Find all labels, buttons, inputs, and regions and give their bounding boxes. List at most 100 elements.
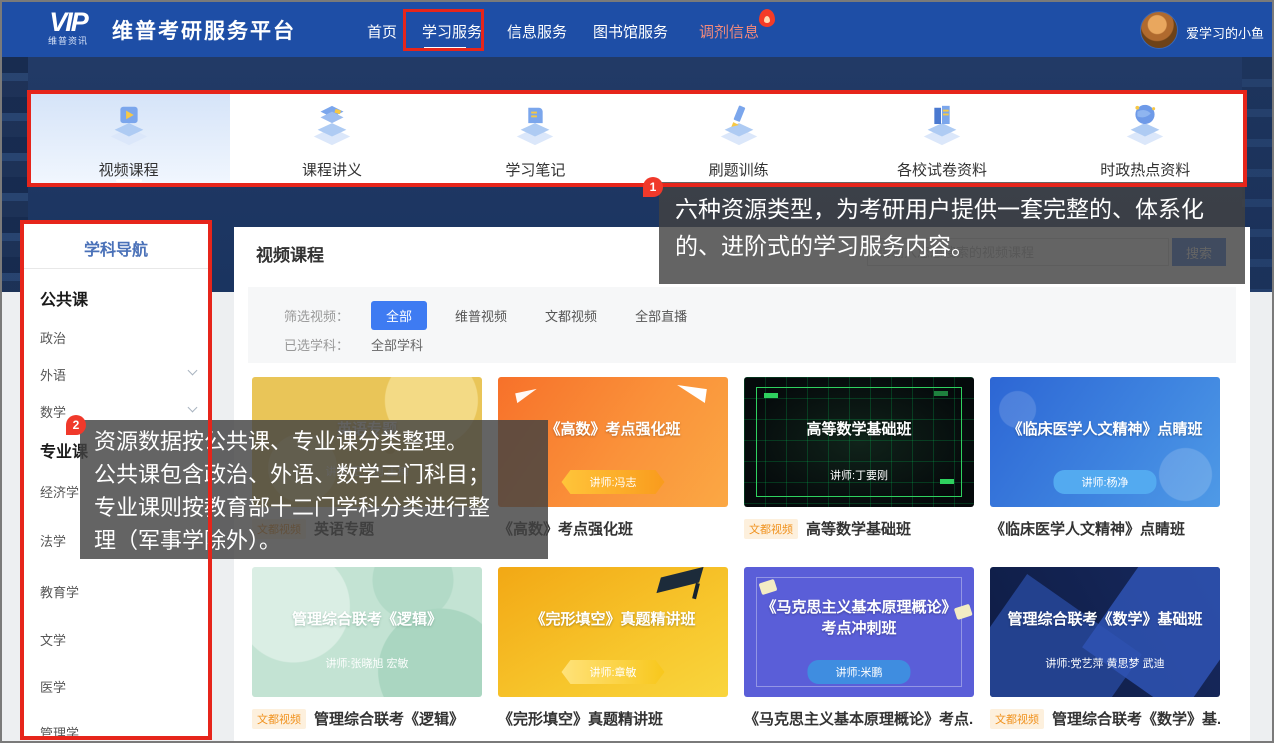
course-cover: 管理综合联考《逻辑》 讲师:张晓旭 宏敏 [252, 567, 482, 697]
course-card[interactable]: 《完形填空》真题精讲班 讲师:章敏 《完形填空》真题精讲班 [498, 567, 728, 743]
course-card[interactable]: 管理综合联考《逻辑》 讲师:张晓旭 宏敏 文都视频管理综合联考《逻辑》 [252, 567, 482, 743]
instructor-label: 讲师:杨净 [1053, 470, 1156, 494]
course-caption: 《马克思主义基本原理概论》考点... [744, 708, 974, 729]
exam-paper-icon [919, 102, 965, 148]
platform-title: 维普考研服务平台 [112, 15, 296, 45]
callout-line: 的、进阶式的学习服务内容。 [675, 228, 1229, 265]
callout-line: 公共课包含政治、外语、数学三门科目； [94, 458, 534, 491]
callout-line: 理（军事学除外）。 [94, 524, 534, 557]
tab-label: 各校试卷资料 [840, 159, 1043, 180]
cover-title: 《完形填空》真题精讲班 [498, 609, 728, 630]
nav-item-home[interactable]: 首页 [367, 21, 397, 42]
chevron-down-icon[interactable] [188, 366, 198, 376]
practice-pencil-icon [716, 102, 762, 148]
chevron-down-icon[interactable] [188, 403, 198, 413]
callout-line: 资源数据按公共课、专业课分类整理。 [94, 425, 534, 458]
user-avatar[interactable] [1140, 11, 1178, 49]
tab-school-exam-papers[interactable]: 各校试卷资料 [840, 90, 1043, 187]
cover-title: 管理综合联考《数学》基础班 [990, 609, 1220, 630]
current-affairs-globe-icon [1122, 102, 1168, 148]
tab-label: 视频课程 [27, 159, 230, 180]
filter-option-all[interactable]: 全部 [371, 301, 427, 330]
cover-title: 管理综合联考《逻辑》 [252, 609, 482, 630]
course-caption: 管理综合联考《逻辑》 [314, 708, 464, 729]
tab-label: 时政热点资料 [1044, 159, 1247, 180]
filter-label: 筛选视频： [284, 306, 349, 325]
sidebar-item-literature[interactable]: 文学 [40, 630, 66, 649]
video-source-tag: 文都视频 [744, 519, 798, 539]
course-card[interactable]: 高等数学基础班 讲师:丁要刚 文都视频高等数学基础班 [744, 377, 974, 564]
annotation-callout-1: 六种资源类型，为考研用户提供一套完整的、体系化 的、进阶式的学习服务内容。 [659, 182, 1245, 284]
instructor-label: 讲师:章敏 [561, 660, 664, 684]
nav-item-learning-services[interactable]: 学习服务 [422, 21, 482, 42]
nav-item-library-services[interactable]: 图书馆服务 [593, 21, 668, 42]
course-card[interactable]: 《临床医学人文精神》点睛班 讲师:杨净 《临床医学人文精神》点睛班 [990, 377, 1220, 564]
tab-study-notes[interactable]: 学习笔记 [434, 90, 637, 187]
filter-box: 筛选视频： 全部 维普视频 文都视频 全部直播 已选学科： 全部学科 [248, 287, 1236, 363]
filter-option-live[interactable]: 全部直播 [635, 306, 687, 325]
course-handout-icon [309, 102, 355, 148]
tab-label: 学习笔记 [434, 159, 637, 180]
study-note-icon [512, 102, 558, 148]
sidebar-item-math[interactable]: 数学 [40, 402, 66, 421]
tab-label: 刷题训练 [637, 159, 840, 180]
hot-flame-badge [759, 9, 775, 27]
tab-question-practice[interactable]: 刷题训练 [637, 90, 840, 187]
selected-subject-value[interactable]: 全部学科 [371, 335, 423, 354]
top-navbar: VIP 维普资讯 维普考研服务平台 首页 学习服务 信息服务 图书馆服务 调剂信… [2, 2, 1272, 57]
callout-line: 专业课则按教育部十二门学科分类进行整 [94, 491, 534, 524]
cover-title: 《马克思主义基本原理概论》 考点冲刺班 [744, 597, 974, 639]
instructor-label: 讲师:米鹏 [807, 660, 910, 684]
active-nav-underline [424, 47, 466, 50]
resource-type-tabs: 视频课程 课程讲义 学习笔记 刷题训练 各校试卷资料 [27, 90, 1247, 187]
course-card[interactable]: 《马克思主义基本原理概论》 考点冲刺班 讲师:米鹏 《马克思主义基本原理概论》考… [744, 567, 974, 743]
annotation-callout-2: 资源数据按公共课、专业课分类整理。 公共课包含政治、外语、数学三门科目； 专业课… [80, 420, 548, 559]
filter-row-video: 筛选视频： 全部 维普视频 文都视频 全部直播 [284, 301, 725, 330]
app-window: VIP 维普资讯 维普考研服务平台 首页 学习服务 信息服务 图书馆服务 调剂信… [0, 0, 1274, 743]
page-title: 视频课程 [256, 241, 324, 266]
nav-item-info-services[interactable]: 信息服务 [507, 21, 567, 42]
course-caption: 《临床医学人文精神》点睛班 [990, 518, 1185, 539]
cover-title: 高等数学基础班 [744, 419, 974, 440]
filter-label: 已选学科： [284, 335, 349, 354]
nav-item-adjustment-info[interactable]: 调剂信息 [699, 21, 759, 42]
instructor-label: 讲师:张晓旭 宏敏 [252, 655, 482, 671]
sidebar-item-medicine[interactable]: 医学 [40, 677, 66, 696]
video-source-tag: 文都视频 [990, 709, 1044, 729]
filter-row-subject: 已选学科： 全部学科 [284, 335, 423, 354]
course-caption: 《完形填空》真题精讲班 [498, 708, 663, 729]
tab-label: 课程讲义 [230, 159, 433, 180]
tab-video-courses[interactable]: 视频课程 [27, 90, 230, 187]
vip-logo-text: VIP [32, 8, 104, 36]
course-caption: 管理综合联考《数学》基... [1052, 708, 1220, 729]
sidebar-section-public: 公共课 [40, 286, 88, 310]
sidebar-item-politics[interactable]: 政治 [40, 328, 66, 347]
filter-option-wendu-video[interactable]: 文都视频 [545, 306, 597, 325]
username-label[interactable]: 爱学习的小鱼 [1186, 23, 1264, 42]
sidebar-item-education[interactable]: 教育学 [40, 582, 79, 601]
sidebar-title: 学科导航 [20, 236, 212, 260]
instructor-label: 讲师:党艺萍 黄思梦 武迪 [990, 655, 1220, 671]
callout-line: 六种资源类型，为考研用户提供一套完整的、体系化 [675, 191, 1229, 228]
instructor-label: 讲师:冯志 [561, 470, 664, 494]
video-source-tag: 文都视频 [252, 709, 306, 729]
annotation-number-badge: 1 [643, 177, 663, 197]
vip-logo[interactable]: VIP 维普资讯 [32, 8, 104, 47]
annotation-number-badge: 2 [66, 415, 86, 435]
sidebar-item-economics[interactable]: 经济学 [40, 482, 79, 501]
course-cover: 管理综合联考《数学》基础班 讲师:党艺萍 黄思梦 武迪 [990, 567, 1220, 697]
filter-option-weipu-video[interactable]: 维普视频 [455, 306, 507, 325]
course-caption: 高等数学基础班 [806, 518, 911, 539]
nav-item-adjustment-info-label: 调剂信息 [699, 24, 759, 41]
course-cover: 《完形填空》真题精讲班 讲师:章敏 [498, 567, 728, 697]
course-cover: 《马克思主义基本原理概论》 考点冲刺班 讲师:米鹏 [744, 567, 974, 697]
tab-current-affairs[interactable]: 时政热点资料 [1044, 90, 1247, 187]
course-card[interactable]: 管理综合联考《数学》基础班 讲师:党艺萍 黄思梦 武迪 文都视频管理综合联考《数… [990, 567, 1220, 743]
tab-course-handouts[interactable]: 课程讲义 [230, 90, 433, 187]
sidebar-item-management[interactable]: 管理学 [40, 723, 79, 742]
course-cover: 《临床医学人文精神》点睛班 讲师:杨净 [990, 377, 1220, 507]
sidebar-item-foreign-language[interactable]: 外语 [40, 365, 66, 384]
course-cover: 高等数学基础班 讲师:丁要刚 [744, 377, 974, 507]
cover-title: 《临床医学人文精神》点睛班 [990, 419, 1220, 440]
sidebar-item-law[interactable]: 法学 [40, 531, 66, 550]
